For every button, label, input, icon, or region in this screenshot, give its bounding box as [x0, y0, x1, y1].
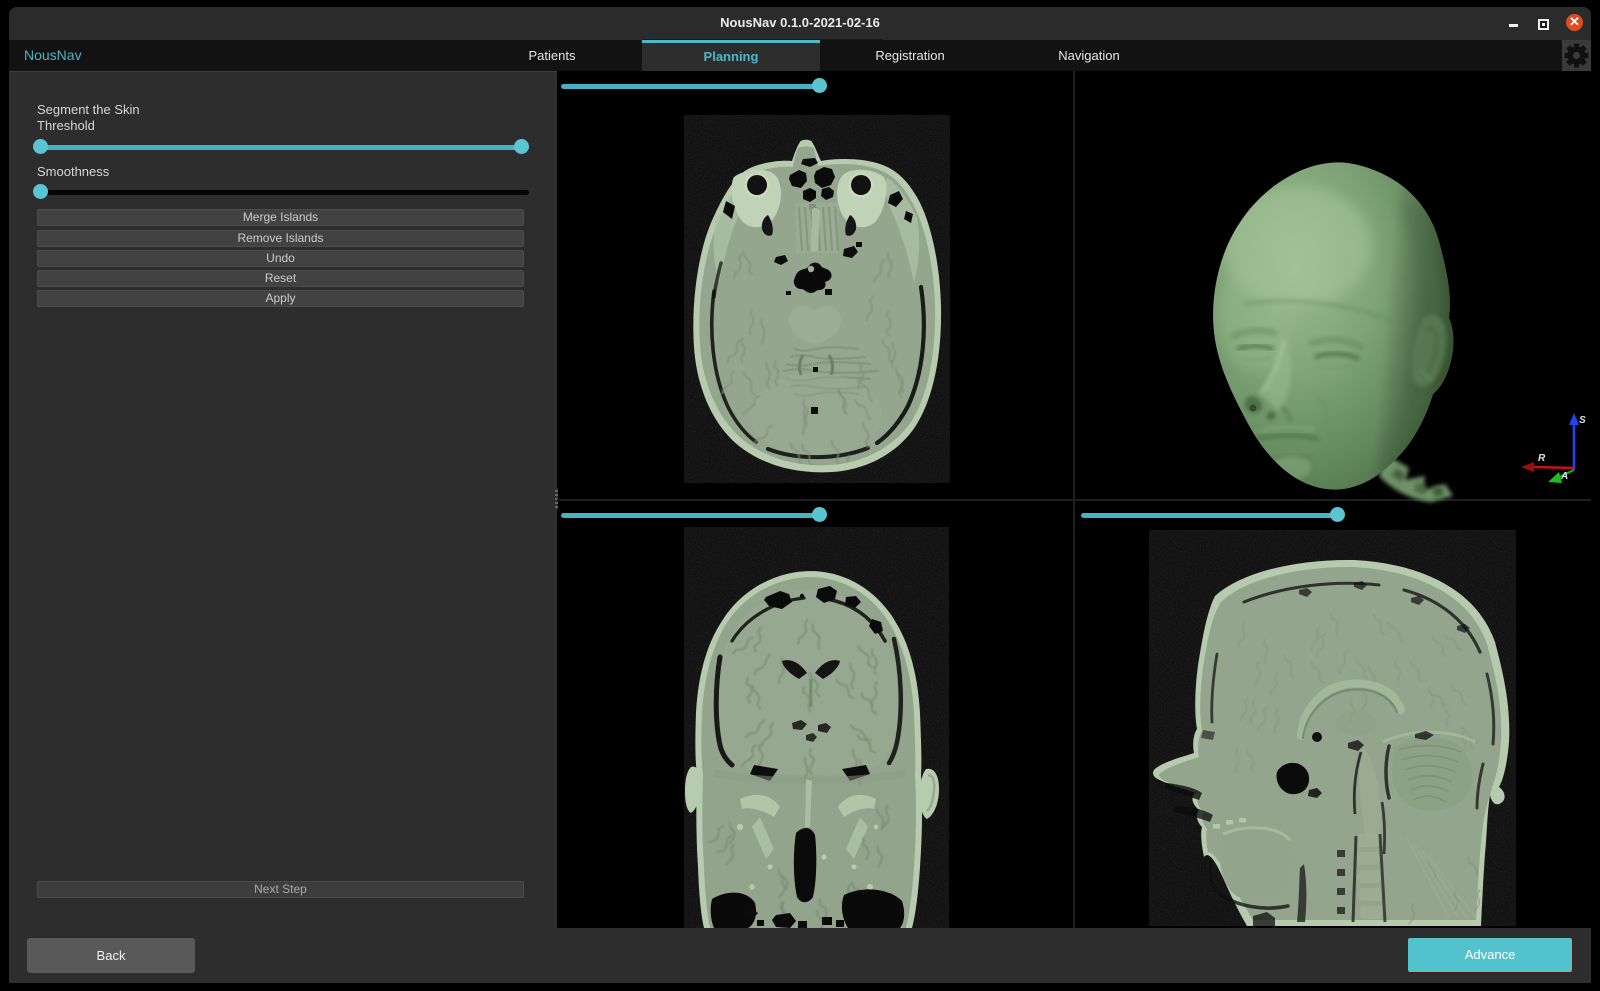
svg-text:R: R — [1538, 453, 1546, 464]
svg-text:A: A — [1560, 471, 1568, 482]
svg-text:S: S — [1579, 415, 1586, 426]
